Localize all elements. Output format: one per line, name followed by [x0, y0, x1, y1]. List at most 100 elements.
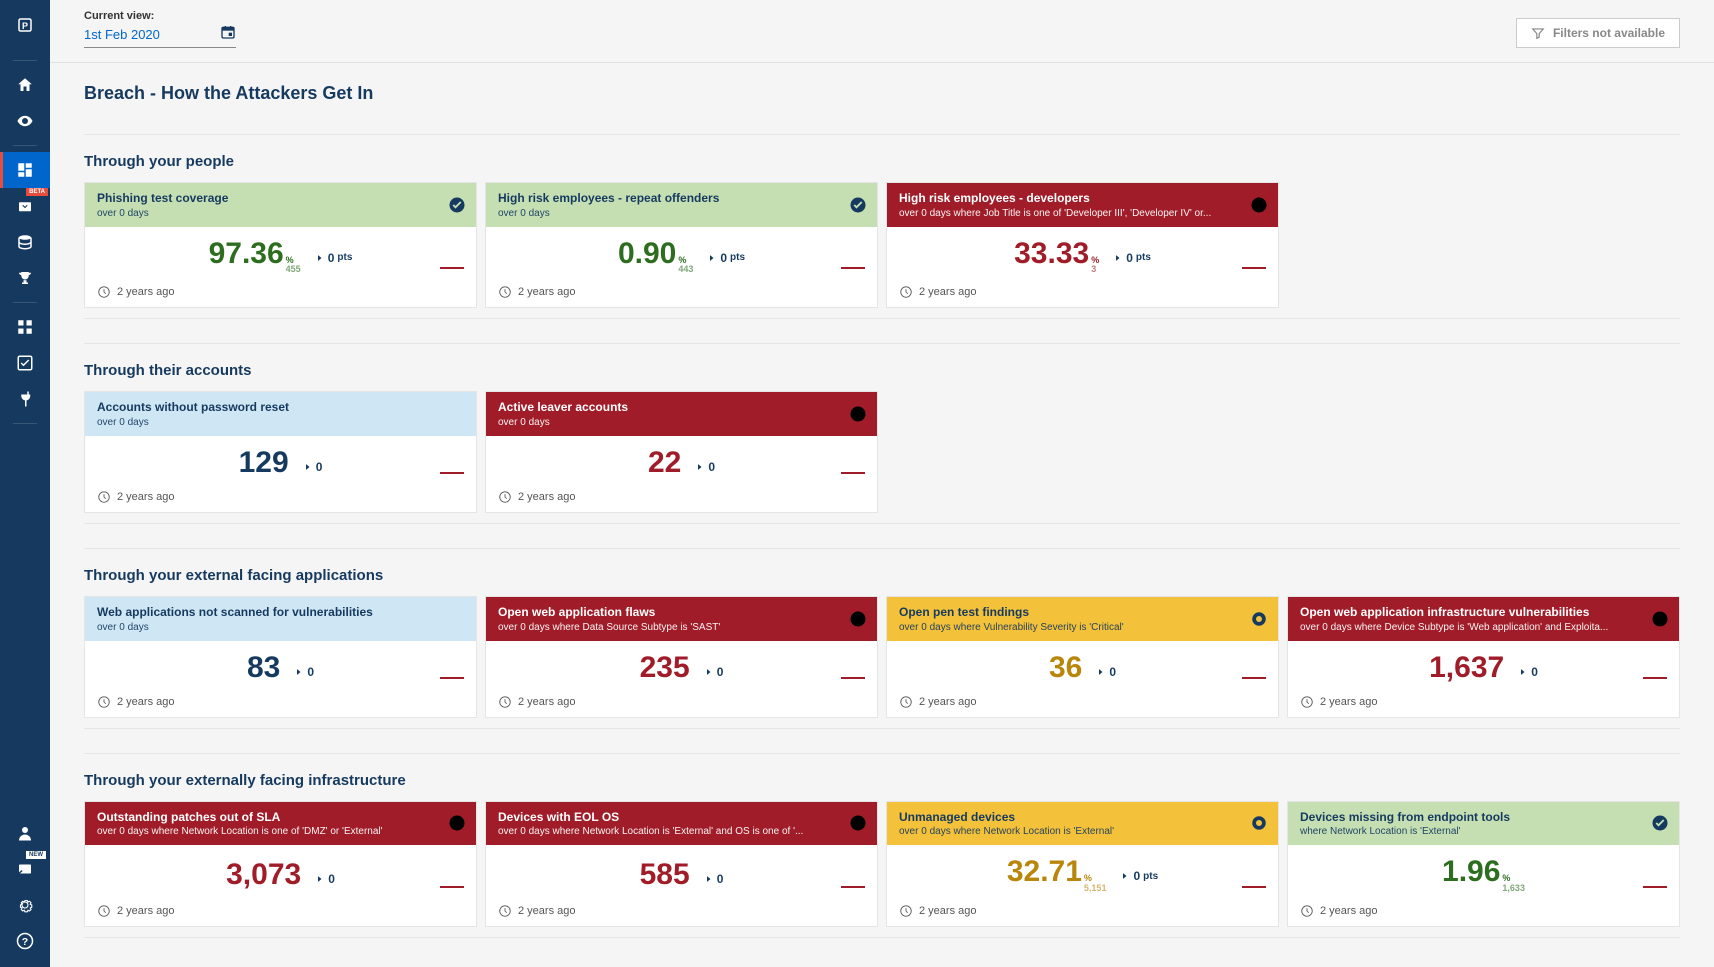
metric-card[interactable]: Open pen test findingsover 0 days where …: [886, 596, 1279, 718]
card-timestamp: 2 years ago: [117, 905, 174, 917]
sidebar-item-dashboards[interactable]: [0, 152, 50, 188]
card-subtitle: over 0 days: [498, 208, 828, 219]
card-timestamp: 2 years ago: [518, 696, 575, 708]
app-logo[interactable]: P: [0, 0, 50, 50]
metric-delta: 0: [290, 665, 314, 679]
clock-icon: [97, 904, 111, 918]
metric-card[interactable]: Web applications not scanned for vulnera…: [84, 596, 477, 718]
metric-delta: 0pts: [1109, 251, 1151, 265]
metric-card[interactable]: Outstanding patches out of SLAover 0 day…: [84, 801, 477, 927]
metric-delta: 0: [700, 872, 724, 886]
card-title: Open web application flaws: [498, 605, 865, 621]
date-picker-label: Current view:: [84, 10, 236, 22]
card-header: Devices missing from endpoint toolswhere…: [1288, 802, 1679, 846]
sparkline: [1242, 267, 1266, 273]
metric-delta: 0: [299, 460, 323, 474]
card-subtitle: over 0 days where Network Location is 'E…: [899, 826, 1229, 837]
sparkline: [1242, 886, 1266, 892]
card-subtitle: over 0 days where Job Title is one of 'D…: [899, 208, 1229, 219]
metric-card[interactable]: Devices missing from endpoint toolswhere…: [1287, 801, 1680, 927]
metric-card[interactable]: Unmanaged devicesover 0 days where Netwo…: [886, 801, 1279, 927]
metric-card[interactable]: Phishing test coverageover 0 days97.36%4…: [84, 182, 477, 308]
sidebar-item-settings[interactable]: [0, 887, 50, 923]
sidebar-item-trophy[interactable]: [0, 260, 50, 296]
check-icon: [1651, 814, 1669, 832]
metric-card[interactable]: High risk employees - developersover 0 d…: [886, 182, 1279, 308]
sidebar-item-visibility[interactable]: [0, 103, 50, 139]
card-body: 1290: [85, 436, 476, 484]
card-timestamp: 2 years ago: [518, 905, 575, 917]
card-header: Active leaver accountsover 0 days: [486, 392, 877, 436]
metric-suffix: %5,151: [1084, 874, 1107, 894]
filter-icon: [1531, 26, 1545, 40]
card-footer: 2 years ago: [85, 279, 476, 307]
metric-delta: 0: [1092, 665, 1116, 679]
card-timestamp: 2 years ago: [919, 286, 976, 298]
sidebar-item-threats[interactable]: BETA: [0, 188, 50, 224]
target-icon: [1250, 610, 1268, 628]
metric-suffix: %443: [678, 256, 693, 276]
card-title: Accounts without password reset: [97, 400, 464, 416]
cards-row: Web applications not scanned for vulnera…: [84, 596, 1680, 718]
card-title: Outstanding patches out of SLA: [97, 810, 464, 826]
metric-card[interactable]: Open web application infrastructure vuln…: [1287, 596, 1680, 718]
sidebar-item-checklist[interactable]: [0, 345, 50, 381]
card-subtitle: where Network Location is 'External': [1300, 826, 1630, 837]
card-header: Outstanding patches out of SLAover 0 day…: [85, 802, 476, 846]
sidebar-item-profile[interactable]: [0, 815, 50, 851]
sidebar-item-plug[interactable]: [0, 381, 50, 417]
card-subtitle: over 0 days where Vulnerability Severity…: [899, 622, 1229, 633]
main-content: Current view: 1st Feb 2020 Filters not a…: [50, 0, 1714, 967]
check-icon: [849, 196, 867, 214]
card-timestamp: 2 years ago: [518, 286, 575, 298]
metric-value: 32.71%5,151: [1007, 855, 1107, 894]
sidebar-item-news[interactable]: NEW: [0, 851, 50, 887]
card-header: Open pen test findingsover 0 days where …: [887, 597, 1278, 641]
sidebar-item-grid[interactable]: [0, 309, 50, 345]
card-title: Unmanaged devices: [899, 810, 1266, 826]
card-footer: 2 years ago: [486, 484, 877, 512]
metric-value: 33.33%3: [1014, 237, 1099, 276]
card-footer: 2 years ago: [486, 689, 877, 717]
sidebar-item-home[interactable]: [0, 67, 50, 103]
section-title: Through your people: [84, 153, 1680, 170]
sidebar-item-data[interactable]: [0, 224, 50, 260]
card-body: 33.33%3 0pts: [887, 227, 1278, 280]
sparkline: [1242, 677, 1266, 683]
metric-value: 1.96%1,633: [1442, 855, 1525, 894]
metric-card[interactable]: Devices with EOL OSover 0 days where Net…: [485, 801, 878, 927]
section: Through your people Phishing test coverag…: [84, 134, 1680, 319]
metric-card[interactable]: Open web application flawsover 0 days wh…: [485, 596, 878, 718]
card-timestamp: 2 years ago: [1320, 696, 1377, 708]
metric-card[interactable]: Accounts without password resetover 0 da…: [84, 391, 477, 513]
card-body: 97.36%4550pts: [85, 227, 476, 280]
metric-card[interactable]: Active leaver accountsover 0 days2202 ye…: [485, 391, 878, 513]
metric-delta: 0pts: [1116, 869, 1158, 883]
sparkline: [440, 886, 464, 892]
card-timestamp: 2 years ago: [117, 286, 174, 298]
card-footer: 2 years ago: [486, 898, 877, 926]
metric-value: 97.36%455: [209, 237, 301, 276]
check-icon: [448, 196, 466, 214]
clock-icon: [899, 285, 913, 299]
target-icon: [1250, 814, 1268, 832]
card-body: 1.96%1,633: [1288, 845, 1679, 898]
clock-icon: [97, 490, 111, 504]
card-timestamp: 2 years ago: [919, 905, 976, 917]
clock-icon: [498, 904, 512, 918]
sparkline: [841, 886, 865, 892]
card-title: Active leaver accounts: [498, 400, 865, 416]
clock-icon: [97, 285, 111, 299]
card-subtitle: over 0 days: [97, 417, 427, 428]
card-title: Open web application infrastructure vuln…: [1300, 605, 1667, 621]
metric-value: 36: [1049, 651, 1082, 685]
sidebar-item-help[interactable]: ?: [0, 923, 50, 959]
clock-icon: [1300, 695, 1314, 709]
card-subtitle: over 0 days: [498, 417, 828, 428]
metric-card[interactable]: High risk employees - repeat offendersov…: [485, 182, 878, 308]
date-picker[interactable]: Current view: 1st Feb 2020: [84, 10, 236, 48]
sparkline: [841, 472, 865, 478]
page-title: Breach - How the Attackers Get In: [84, 83, 1680, 104]
metric-delta: 0: [1514, 665, 1538, 679]
cards-row: Phishing test coverageover 0 days97.36%4…: [84, 182, 1680, 308]
